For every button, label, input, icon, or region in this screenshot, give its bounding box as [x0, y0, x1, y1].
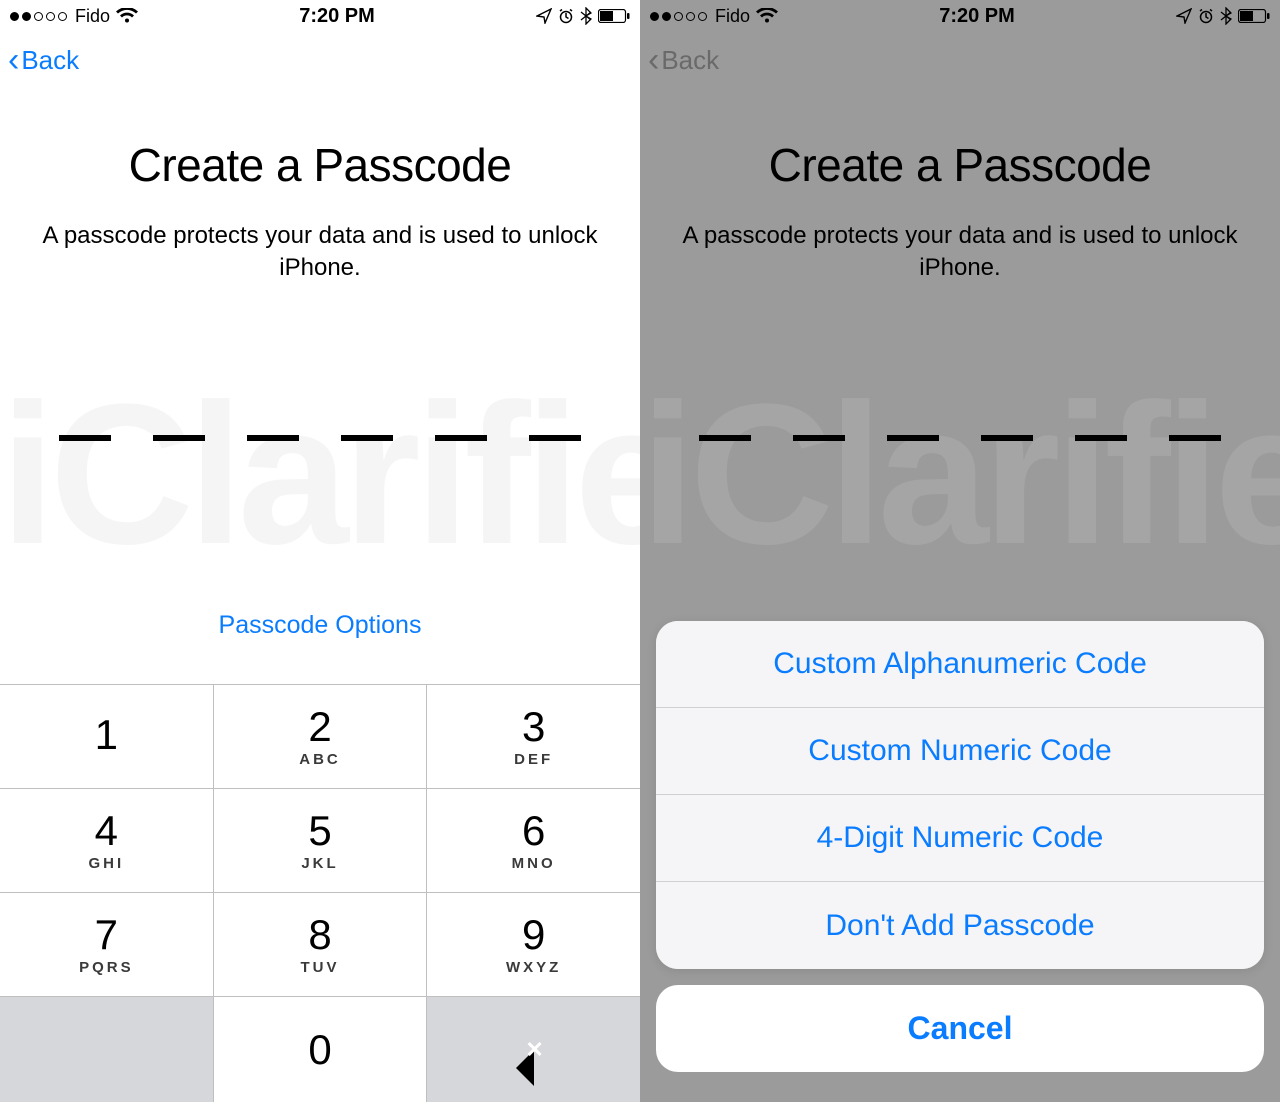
- battery-icon: [598, 9, 630, 23]
- key-blank: [0, 996, 214, 1102]
- key-7[interactable]: 7PQRS: [0, 892, 214, 996]
- clock-label: 7:20 PM: [939, 5, 1015, 28]
- key-8[interactable]: 8TUV: [214, 892, 428, 996]
- numeric-keypad: 1 2ABC 3DEF 4GHI 5JKL 6MNO 7PQRS 8TUV 9W…: [0, 684, 640, 1102]
- back-button: ‹ Back: [648, 43, 719, 77]
- nav-bar: ‹ Back: [640, 32, 1280, 88]
- key-backspace[interactable]: ✕: [427, 996, 640, 1102]
- passcode-field: [640, 435, 1280, 441]
- alarm-icon: [558, 8, 574, 24]
- option-skip-passcode[interactable]: Don't Add Passcode: [656, 882, 1264, 969]
- back-button[interactable]: ‹ Back: [8, 43, 79, 77]
- bluetooth-icon: [580, 7, 592, 25]
- nav-bar: ‹ Back: [0, 32, 640, 88]
- key-5[interactable]: 5JKL: [214, 788, 428, 892]
- key-0[interactable]: 0: [214, 996, 428, 1102]
- status-bar: Fido 7:20 PM: [0, 0, 640, 32]
- option-alphanumeric[interactable]: Custom Alphanumeric Code: [656, 621, 1264, 708]
- bluetooth-icon: [1220, 7, 1232, 25]
- cancel-button[interactable]: Cancel: [656, 985, 1264, 1072]
- key-4[interactable]: 4GHI: [0, 788, 214, 892]
- key-9[interactable]: 9WXYZ: [427, 892, 640, 996]
- chevron-left-icon: ‹: [648, 43, 659, 77]
- signal-strength-icon: [10, 12, 67, 21]
- back-label: Back: [21, 45, 79, 76]
- carrier-label: Fido: [715, 6, 750, 27]
- chevron-left-icon: ‹: [8, 43, 19, 77]
- wifi-icon: [116, 8, 138, 24]
- status-bar: Fido 7:20 PM: [640, 0, 1280, 32]
- wifi-icon: [756, 8, 778, 24]
- option-custom-numeric[interactable]: Custom Numeric Code: [656, 708, 1264, 795]
- alarm-icon: [1198, 8, 1214, 24]
- action-sheet-options: Custom Alphanumeric Code Custom Numeric …: [656, 621, 1264, 969]
- location-icon: [536, 8, 552, 24]
- status-right: [1176, 7, 1270, 25]
- page-subtitle: A passcode protects your data and is use…: [0, 220, 640, 285]
- signal-strength-icon: [650, 12, 707, 21]
- passcode-field[interactable]: [0, 435, 640, 441]
- page-subtitle: A passcode protects your data and is use…: [640, 220, 1280, 285]
- screen-create-passcode: iClarified Fido 7:20 PM ‹ Back Create a …: [0, 0, 640, 1102]
- carrier-label: Fido: [75, 6, 110, 27]
- location-icon: [1176, 8, 1192, 24]
- key-1[interactable]: 1: [0, 684, 214, 788]
- clock-label: 7:20 PM: [299, 5, 375, 28]
- battery-icon: [1238, 9, 1270, 23]
- page-title: Create a Passcode: [640, 138, 1280, 192]
- back-label: Back: [661, 45, 719, 76]
- passcode-options-button[interactable]: Passcode Options: [219, 611, 422, 640]
- key-6[interactable]: 6MNO: [427, 788, 640, 892]
- option-4digit[interactable]: 4-Digit Numeric Code: [656, 795, 1264, 882]
- screen-passcode-options-sheet: iClarified Fido 7:20 PM ‹ Back Create a …: [640, 0, 1280, 1102]
- status-right: [536, 7, 630, 25]
- key-2[interactable]: 2ABC: [214, 684, 428, 788]
- page-title: Create a Passcode: [0, 138, 640, 192]
- action-sheet: Custom Alphanumeric Code Custom Numeric …: [656, 621, 1264, 1072]
- key-3[interactable]: 3DEF: [427, 684, 640, 788]
- status-left: Fido: [650, 6, 778, 27]
- status-left: Fido: [10, 6, 138, 27]
